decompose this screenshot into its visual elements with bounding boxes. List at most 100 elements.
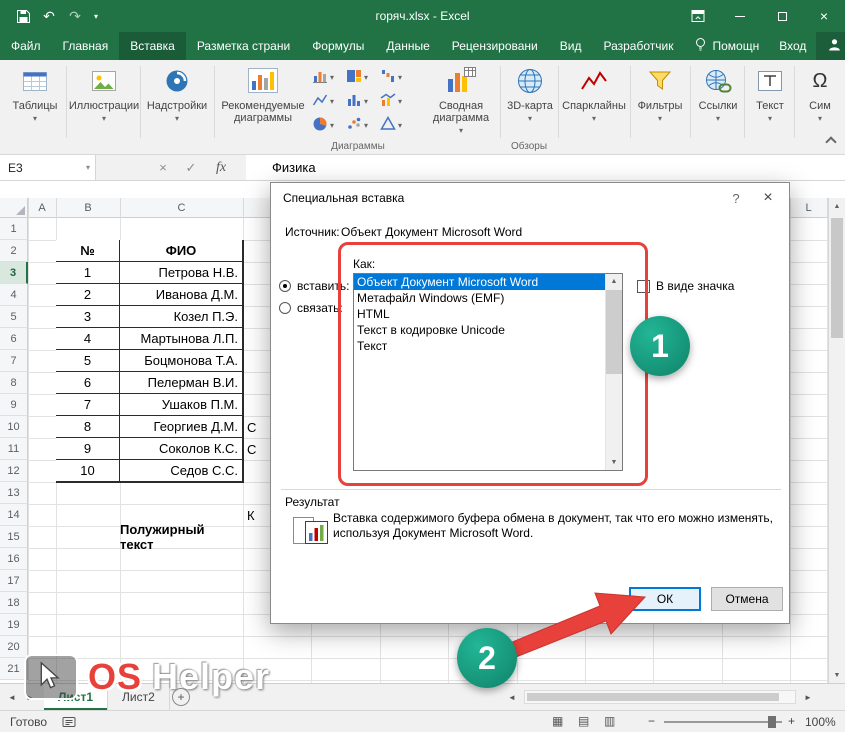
row-header-2[interactable]: 2 (0, 240, 28, 262)
dialog-titlebar[interactable]: Специальная вставка ? × (271, 183, 789, 213)
table-number-cell[interactable]: 6 (56, 372, 120, 394)
minimize-button[interactable] (719, 0, 761, 32)
zoom-slider-thumb[interactable] (768, 716, 776, 728)
ribbon-button-chart-radar[interactable]: ▾ (380, 116, 402, 134)
sheet-nav-left-icon[interactable]: ◄ (4, 684, 20, 710)
table-number-cell[interactable]: 4 (56, 328, 120, 350)
zoom-slider[interactable] (664, 721, 782, 723)
ribbon-button-text[interactable]: Текст▾ (748, 64, 792, 125)
row-header-5[interactable]: 5 (0, 306, 28, 328)
ribbon-button-chart-line[interactable]: ▾ (312, 92, 334, 110)
formula-enter-icon[interactable]: ✓ (178, 155, 204, 180)
vscroll-thumb[interactable] (831, 218, 843, 338)
table-name-cell[interactable]: Пелерман В.И. (120, 372, 243, 394)
row-header-16[interactable]: 16 (0, 548, 28, 570)
ribbon-button-recommended-charts[interactable]: Рекомендуемые диаграммы (216, 64, 310, 124)
row-header-14[interactable]: 14 (0, 504, 28, 526)
row-header-11[interactable]: 11 (0, 438, 28, 460)
ribbon-button-3d-map[interactable]: 3D-карта▾ (504, 64, 556, 125)
table-number-cell[interactable]: 5 (56, 350, 120, 372)
redo-icon[interactable]: ↷ (64, 5, 86, 27)
vertical-scrollbar[interactable]: ▲ ▼ (828, 198, 845, 683)
scroll-down-icon[interactable]: ▼ (829, 667, 845, 683)
sign-in-button[interactable]: Вход (769, 32, 816, 60)
view-normal-icon[interactable]: ▦ (552, 714, 563, 728)
partial-cell[interactable]: С (247, 416, 256, 438)
ribbon-button-pivot-chart[interactable]: Сводная диаграмма▾ (422, 64, 500, 137)
ribbon-button-chart-pie[interactable]: ▾ (312, 116, 334, 134)
scroll-up-icon[interactable]: ▲ (829, 198, 845, 214)
insert-function-icon[interactable]: fx (208, 155, 234, 180)
undo-icon[interactable]: ↶ (38, 5, 60, 27)
table-name-cell[interactable]: Соколов К.С. (120, 438, 243, 460)
ribbon-button-chart-waterfall[interactable]: ▾ (380, 68, 402, 86)
table-header-fio[interactable]: ФИО (120, 240, 243, 262)
hscroll-right-icon[interactable]: ► (800, 684, 816, 710)
row-header-18[interactable]: 18 (0, 592, 28, 614)
maximize-button[interactable] (761, 0, 803, 32)
ribbon-button-chart-statistic[interactable]: ▾ (346, 92, 368, 110)
paste-link-radio[interactable]: связать: (279, 301, 343, 315)
tab-developer[interactable]: Разработчик (592, 32, 684, 60)
table-name-cell[interactable]: Георгиев Д.М. (120, 416, 243, 438)
ribbon-button-chart-scatter[interactable]: ▾ (346, 116, 368, 134)
tell-me-button[interactable]: Помощн (684, 32, 769, 60)
row-header-3[interactable]: 3 (0, 262, 28, 284)
partial-cell[interactable]: С (247, 438, 256, 460)
cancel-button[interactable]: Отмена (711, 587, 783, 611)
horizontal-scrollbar[interactable] (524, 690, 796, 704)
tab-file[interactable]: Файл (0, 32, 52, 60)
select-all-corner[interactable] (0, 198, 28, 218)
table-number-cell[interactable]: 10 (56, 460, 120, 482)
table-number-cell[interactable]: 2 (56, 284, 120, 306)
table-header-num[interactable]: № (56, 240, 120, 262)
table-number-cell[interactable]: 8 (56, 416, 120, 438)
share-button[interactable]: Общий доступ (816, 32, 845, 60)
tab-formulas[interactable]: Формулы (301, 32, 375, 60)
column-header-B[interactable]: B (56, 198, 120, 218)
row-header-19[interactable]: 19 (0, 614, 28, 636)
name-box[interactable]: E3 ▾ (0, 155, 96, 180)
ribbon-button-tables[interactable]: Таблицы▾ (6, 64, 64, 125)
tab-review[interactable]: Рецензировани (441, 32, 549, 60)
table-name-cell[interactable]: Петрова Н.В. (120, 262, 243, 284)
ribbon-button-links[interactable]: Ссылки▾ (694, 64, 742, 125)
hscroll-thumb[interactable] (527, 693, 779, 701)
formula-input[interactable]: Физика (246, 155, 845, 180)
table-number-cell[interactable]: 1 (56, 262, 120, 284)
row-header-15[interactable]: 15 (0, 526, 28, 548)
row-header-12[interactable]: 12 (0, 460, 28, 482)
zoom-out-icon[interactable]: − (648, 714, 655, 728)
table-number-cell[interactable]: 3 (56, 306, 120, 328)
column-header-C[interactable]: C (120, 198, 243, 218)
row-header-4[interactable]: 4 (0, 284, 28, 306)
view-page-break-icon[interactable]: ▥ (604, 714, 615, 728)
ok-button[interactable]: ОК (629, 587, 701, 611)
save-icon[interactable] (12, 5, 34, 27)
as-icon-checkbox[interactable]: В виде значка (637, 279, 734, 293)
ribbon-button-symbols[interactable]: ΩСим▾ (798, 64, 842, 125)
formula-cancel-icon[interactable]: × (150, 155, 176, 180)
table-name-cell[interactable]: Седов С.С. (120, 460, 243, 482)
row-header-7[interactable]: 7 (0, 350, 28, 372)
ribbon-button-illustrations[interactable]: Иллюстрации▾ (70, 64, 138, 125)
close-button[interactable]: × (803, 0, 845, 32)
partial-cell[interactable]: К (247, 504, 255, 526)
hscroll-left-icon[interactable]: ◄ (504, 684, 520, 710)
column-header-A[interactable]: A (28, 198, 56, 218)
table-name-cell[interactable]: Ушаков П.М. (120, 394, 243, 416)
ribbon-display-options-icon[interactable] (677, 0, 719, 32)
tab-data[interactable]: Данные (375, 32, 440, 60)
table-name-cell[interactable]: Иванова Д.М. (120, 284, 243, 306)
row-header-13[interactable]: 13 (0, 482, 28, 504)
tab-insert[interactable]: Вставка (119, 32, 186, 60)
column-header-L[interactable]: L (790, 198, 827, 218)
ribbon-button-chart-treemap[interactable]: ▾ (346, 68, 368, 86)
view-page-layout-icon[interactable]: ▤ (578, 714, 589, 728)
row-header-9[interactable]: 9 (0, 394, 28, 416)
dialog-close-icon[interactable]: × (751, 189, 785, 207)
collapse-ribbon-icon[interactable] (825, 136, 836, 147)
tab-page-layout[interactable]: Разметка страни (186, 32, 301, 60)
row-header-6[interactable]: 6 (0, 328, 28, 350)
ribbon-button-chart-combo[interactable]: ▾ (380, 92, 402, 110)
